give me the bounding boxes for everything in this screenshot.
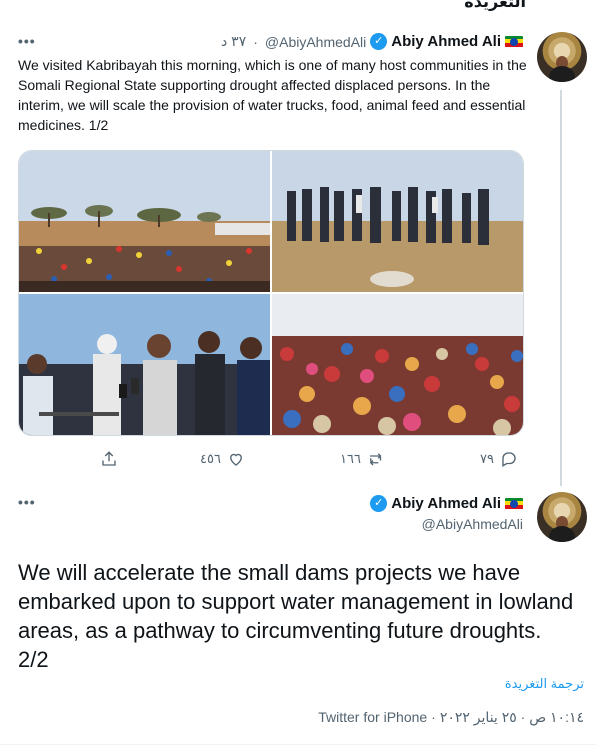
verified-badge-icon: ✓ [370,33,388,50]
translate-tweet-link[interactable]: ترجمة التغريدة [505,676,584,692]
thread-connector-line [560,90,562,486]
avatar[interactable] [537,32,587,82]
share-button[interactable] [100,450,118,468]
tweet-1-header: ٣٧ د · @AbiyAhmedAli ✓ Abiy Ahmed Ali [221,33,523,50]
ethiopia-flag-icon [505,497,523,510]
photo-press-interview[interactable] [19,294,270,435]
retweet-button[interactable]: ١٦٦ [340,450,385,468]
heart-icon [230,453,242,466]
photo-officials-field[interactable] [272,151,523,292]
reply-count: ٧٩ [480,451,494,466]
author-display-name[interactable]: Abiy Ahmed Ali [391,33,501,50]
separator-dot: · [253,33,258,50]
tweet-1[interactable]: ٣٧ د · @AbiyAhmedAli ✓ Abiy Ahmed Ali ••… [0,0,596,486]
media-grid [18,150,524,436]
author-handle[interactable]: @AbiyAhmedAli [422,516,523,532]
tweet-2-header: ✓ Abiy Ahmed Ali [370,495,523,512]
tweet-2-text: We will accelerate the small dams projec… [18,560,574,672]
divider [0,744,596,745]
source-app[interactable]: Twitter for iPhone [318,709,427,726]
avatar-suit [549,526,575,542]
author-display-name[interactable]: Abiy Ahmed Ali [391,495,501,512]
author-handle[interactable]: @AbiyAhmedAli [265,34,366,50]
photo-crowd-plain[interactable] [19,151,270,292]
separator-dot: · [431,709,436,725]
like-button[interactable]: ٤٥٦ [200,450,245,468]
reply-icon [502,452,516,467]
tweet-1-text: We visited Kabribayah this morning, whic… [18,57,527,133]
avatar-suit [549,66,575,82]
timestamp[interactable]: ١٠:١٤ ص · ٢٥ يناير ٢٠٢٢ [440,709,584,726]
retweet-icon [369,453,382,466]
share-icon [102,451,116,466]
tweet-meta: ١٠:١٤ ص · ٢٥ يناير ٢٠٢٢ · Twitter for iP… [318,709,584,726]
tweet-1-actions: ٤٥٦ ١٦٦ ٧٩ [0,447,596,473]
ethiopia-flag-icon [505,35,523,48]
more-options-button[interactable]: ••• [18,33,36,49]
like-count: ٤٥٦ [200,451,221,466]
avatar[interactable] [537,492,587,542]
photo-crowd-women[interactable] [272,294,523,435]
retweet-count: ١٦٦ [340,451,361,466]
more-options-button[interactable]: ••• [18,494,36,510]
reply-button[interactable]: ٧٩ [480,450,518,468]
verified-badge-icon: ✓ [370,495,388,512]
time-ago[interactable]: ٣٧ د [221,33,246,50]
tweet-2[interactable]: ✓ Abiy Ahmed Ali @AbiyAhmedAli ••• We wi… [0,480,596,755]
